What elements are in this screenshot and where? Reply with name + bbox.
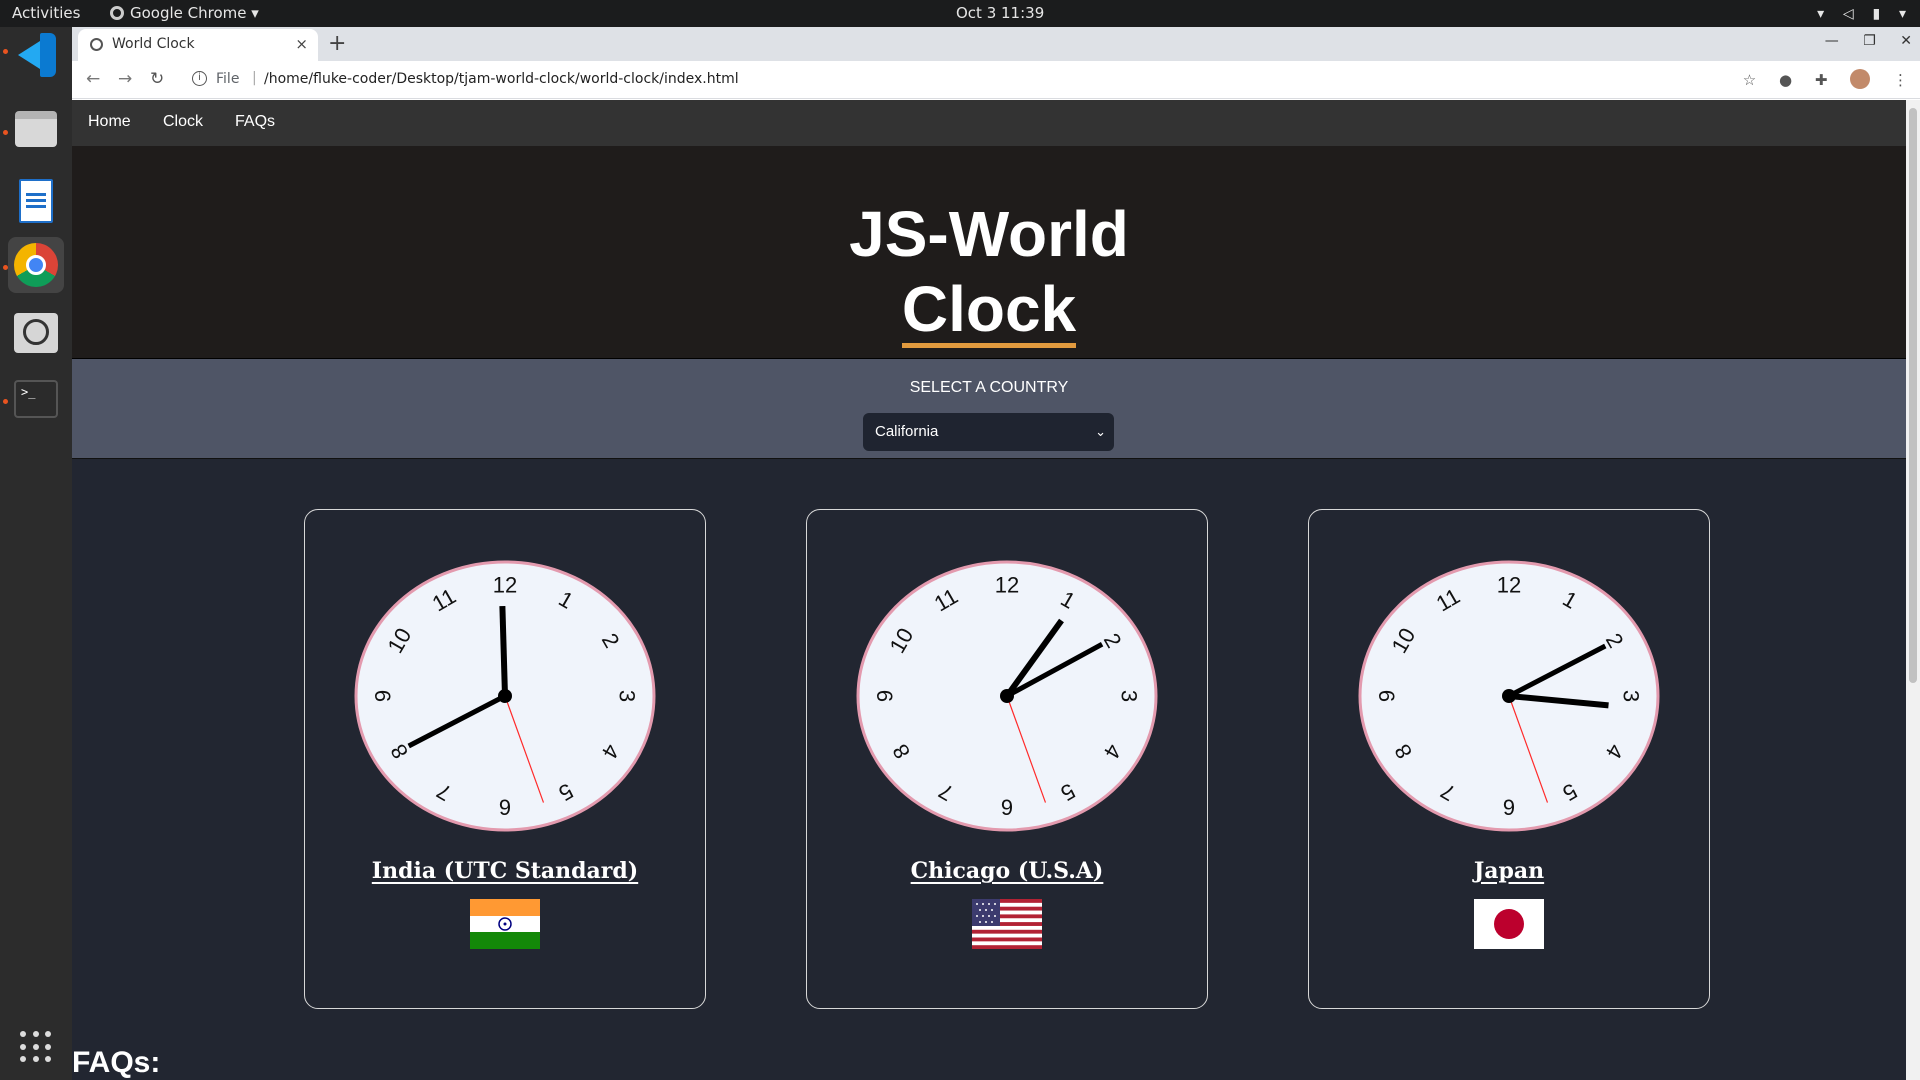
title-line-2: Clock [901,275,1077,348]
dial-number: 6 [499,795,511,820]
app-name: Google Chrome [130,4,247,22]
dial-number: 12 [995,573,1019,598]
url-text[interactable]: /home/fluke-coder/Desktop/tjam-world-clo… [264,71,739,87]
clock-card: 12 1 2 3 4 5 6 7 8 9 10 11 India (UTC Standard) [304,509,706,1009]
reload-icon[interactable]: ↻ [150,69,164,89]
nav-faqs-link[interactable]: FAQs [235,113,275,131]
url-separator: | [252,70,257,86]
analog-clock: 121234567891011 [354,560,656,832]
dock: >_ [0,27,72,1080]
bookmark-star-icon[interactable]: ☆ [1743,71,1756,89]
battery-icon: ▮ [1872,6,1881,22]
selected-country: California [875,423,939,440]
terminal-icon: >_ [14,380,58,418]
power-menu-icon: ▾ [1898,6,1906,22]
nav-clock-link[interactable]: Clock [163,113,203,131]
dock-chrome[interactable] [8,237,64,293]
dock-files[interactable] [8,101,64,157]
show-apps-icon[interactable] [20,1031,52,1063]
country-select[interactable]: California ⌄ [863,413,1114,451]
volume-icon: ◁ [1842,6,1854,22]
india-flag [470,899,540,949]
page-viewport: Home Clock FAQs JS-World Clock SELECT A … [72,100,1920,1080]
usa-flag [972,899,1042,949]
chrome-icon [14,243,58,287]
tab-title: World Clock [112,36,195,52]
title-line-1: JS-World [849,198,1129,270]
window-controls: — ❐ ✕ [1805,33,1912,49]
dial-number: 12 [1497,573,1521,598]
clock-city-label[interactable]: Chicago (U.S.A) [807,858,1207,884]
dial-number: 3 [1619,690,1644,702]
tab-close-icon[interactable]: × [295,35,308,53]
browser-window: World Clock × + — ❐ ✕ ← → ↻ i File | /ho… [72,27,1920,1080]
clock-card: 12 1 2 3 4 5 6 7 8 9 10 11 Chicago (U.S.A) [806,509,1208,1009]
app-menu[interactable]: Google Chrome ▾ [110,4,259,22]
clock-center-pin [498,689,512,703]
profile-avatar[interactable] [1850,69,1871,89]
new-tab-button[interactable]: + [328,31,346,56]
clock-city-label[interactable]: India (UTC Standard) [305,858,705,884]
analog-clock: 121234567891011 [856,560,1158,832]
image-viewer-icon [14,313,58,353]
dial-number: 9 [873,690,898,702]
dial-number: 9 [1375,690,1400,702]
dock-writer[interactable] [8,173,64,229]
tab-strip: World Clock × + — ❐ ✕ [72,27,1920,61]
menu-kebab-icon[interactable]: ⋮ [1893,71,1908,89]
japan-flag [1474,899,1544,949]
select-country-label: SELECT A COUNTRY [909,379,1069,396]
vscode-icon [14,33,58,77]
scrollbar-thumb[interactable] [1909,108,1917,683]
wifi-icon: ▾ [1817,6,1825,22]
dial-number: 12 [493,573,517,598]
chrome-icon [110,6,124,20]
clock-center-pin [1502,689,1516,703]
browser-toolbar: ← → ↻ i File | /home/fluke-coder/Desktop… [72,61,1920,99]
download-icon[interactable]: ● [1779,71,1792,89]
dock-vscode[interactable] [8,27,64,83]
forward-icon[interactable]: → [118,69,132,89]
dial-number: 3 [615,690,640,702]
dock-terminal[interactable]: >_ [8,371,64,427]
close-window-icon[interactable]: ✕ [1900,33,1912,49]
hero-banner: JS-World Clock [72,146,1906,359]
info-icon[interactable]: i [192,71,207,86]
url-scheme: File [216,71,240,87]
dial-number: 3 [1117,690,1142,702]
page-scrollbar[interactable] [1906,100,1920,1080]
dial-number: 6 [1001,795,1013,820]
hour-hand [499,605,508,697]
extensions-icon[interactable]: ✚ [1815,71,1828,89]
writer-icon [19,179,53,223]
caret-down-icon: ▾ [251,4,259,22]
tab-world-clock[interactable]: World Clock × [78,29,318,61]
chevron-down-icon: ⌄ [1095,424,1106,439]
back-icon[interactable]: ← [86,69,100,89]
activities-button[interactable]: Activities [12,4,80,22]
clock-city-label[interactable]: Japan [1309,858,1709,884]
files-icon [15,111,57,147]
dial-number: 9 [371,690,396,702]
globe-icon [90,38,103,51]
minimize-icon[interactable]: — [1825,33,1839,49]
clock-card: 12 1 2 3 4 5 6 7 8 9 10 11 Japan [1308,509,1710,1009]
maximize-icon[interactable]: ❐ [1863,33,1876,49]
page-title: JS-World Clock [72,197,1906,348]
faqs-heading: FAQs: [72,1046,161,1079]
country-selector-section: SELECT A COUNTRY California ⌄ [72,359,1906,459]
dock-image-viewer[interactable] [8,305,64,361]
dial-number: 6 [1503,795,1515,820]
analog-clock: 121234567891011 [1358,560,1660,832]
toolbar-actions: ☆ ● ✚ ⋮ [1725,69,1908,89]
system-top-bar: Activities Google Chrome ▾ Oct 3 11:39 ▾… [0,0,1920,27]
system-tray[interactable]: ▾ ◁ ▮ ▾ [1803,4,1906,22]
system-clock[interactable]: Oct 3 11:39 [956,4,1044,22]
site-navbar: Home Clock FAQs [72,100,1906,146]
address-bar[interactable]: i File | /home/fluke-coder/Desktop/tjam-… [184,65,1854,95]
nav-home-link[interactable]: Home [88,113,131,131]
clock-center-pin [1000,689,1014,703]
